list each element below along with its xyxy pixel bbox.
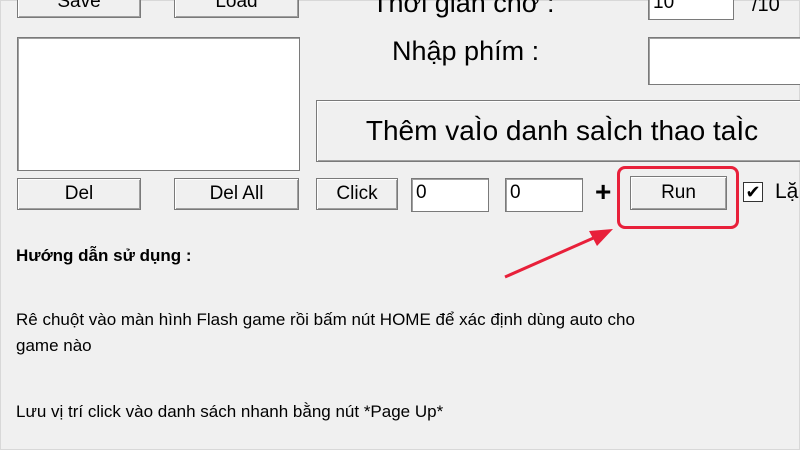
y-coordinate-input[interactable]: 0 <box>505 178 583 212</box>
check-icon: ✔ <box>745 181 761 202</box>
wait-time-unit: /10 <box>752 0 780 16</box>
del-button[interactable]: Del <box>17 178 141 210</box>
del-all-button[interactable]: Del All <box>174 178 299 210</box>
instructions-line-1: Rê chuột vào màn hình Flash game rồi bấm… <box>16 310 635 329</box>
x-coordinate-input[interactable]: 0 <box>411 178 489 212</box>
repeat-checkbox[interactable]: ✔ <box>743 182 763 202</box>
click-button[interactable]: Click <box>316 178 398 210</box>
instructions-line-3: Lưu vị trí click vào danh sách nhanh bằn… <box>16 402 444 421</box>
action-list[interactable] <box>17 37 300 171</box>
key-input-label: Nhập phím : <box>392 36 540 66</box>
wait-time-input[interactable]: 10 <box>648 0 734 20</box>
instructions-heading: Hướng dẫn sử dụng : <box>16 246 192 265</box>
wait-time-label: Thời gian chờ : <box>372 0 555 18</box>
plus-icon: + <box>595 176 612 207</box>
instructions-line-2: game nào <box>16 336 92 355</box>
key-input-field[interactable] <box>648 37 800 85</box>
load-button[interactable]: Load <box>174 0 299 18</box>
run-button-highlight <box>617 166 739 229</box>
add-action-button[interactable]: Thêm vaÌo danh saÌch thao taÌc <box>316 100 800 162</box>
save-button[interactable]: Save <box>17 0 141 18</box>
repeat-checkbox-label: Lặ <box>775 180 799 203</box>
